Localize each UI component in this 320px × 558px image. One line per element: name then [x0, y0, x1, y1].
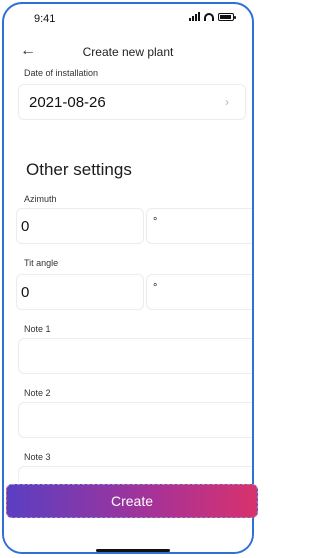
tilt-angle-label: Tit angle [24, 258, 59, 268]
date-field[interactable]: 2021-08-26 › [18, 84, 246, 120]
azimuth-value: 0 [21, 218, 30, 235]
header: ← Create new plant [4, 40, 252, 64]
note-2-label: Note 2 [24, 388, 51, 398]
create-button[interactable]: Create [6, 484, 258, 518]
azimuth-input[interactable]: 0 [16, 208, 144, 244]
section-title-other-settings: Other settings [26, 160, 132, 179]
phone-frame: 9:41 ← Create new plant Date of installa… [2, 2, 254, 554]
azimuth-unit-box: ° [146, 208, 252, 244]
status-bar: 9:41 [4, 4, 252, 32]
tilt-angle-unit: ° [153, 282, 158, 294]
wifi-icon [204, 12, 214, 21]
note-1-label: Note 1 [24, 324, 51, 334]
note-3-label: Note 3 [24, 452, 51, 462]
tilt-angle-unit-box: ° [146, 274, 252, 310]
chevron-right-icon: › [225, 95, 229, 109]
home-indicator [96, 549, 170, 552]
tilt-angle-input[interactable]: 0 [16, 274, 144, 310]
signal-icon [189, 12, 200, 21]
page-title: Create new plant [82, 45, 174, 59]
tilt-angle-value: 0 [21, 284, 30, 301]
status-time: 9:41 [34, 13, 56, 25]
note-2-input[interactable] [18, 402, 252, 438]
azimuth-unit: ° [153, 216, 158, 228]
status-icons [189, 12, 236, 21]
note-1-input[interactable] [18, 338, 252, 374]
date-value: 2021-08-26 [29, 94, 106, 111]
battery-icon [218, 12, 236, 21]
date-label: Date of installation [24, 68, 99, 78]
azimuth-label: Azimuth [24, 194, 57, 204]
